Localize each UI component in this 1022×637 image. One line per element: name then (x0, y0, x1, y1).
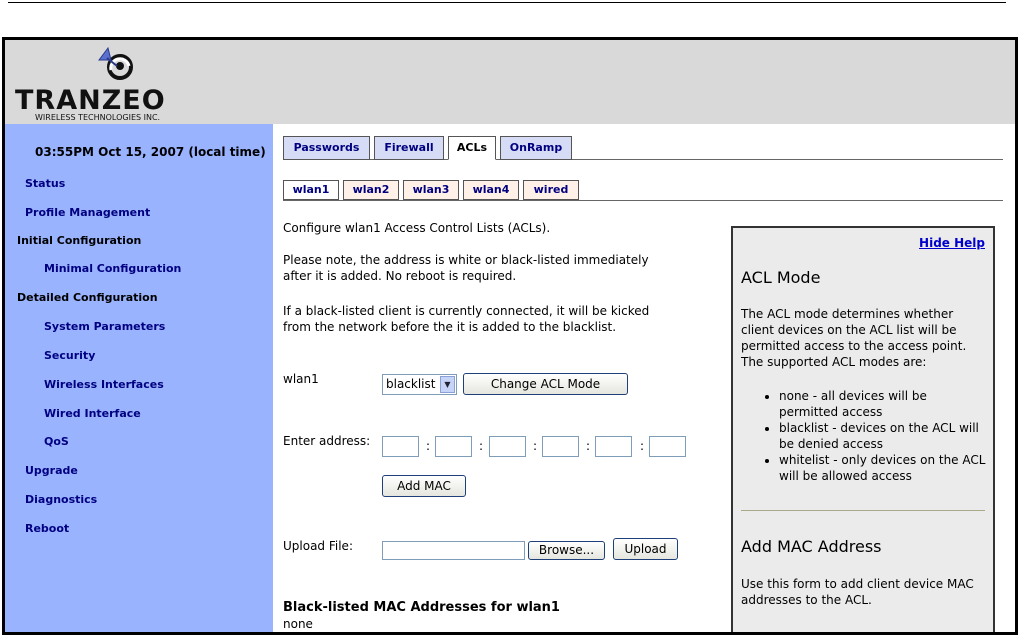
tab-wlan4[interactable]: wlan4 (463, 180, 519, 200)
acl-mode-select[interactable]: blacklist ▼ (382, 374, 457, 395)
nav-qos[interactable]: QoS (44, 435, 69, 448)
browse-button[interactable]: Browse... (528, 541, 605, 560)
tab-onramp[interactable]: OnRamp (500, 136, 572, 160)
mac-octet-1[interactable] (382, 436, 419, 457)
blacklist-title: Black-listed MAC Addresses for wlan1 (283, 600, 560, 615)
kick-line-1: If a black-listed client is currently co… (283, 304, 650, 318)
brand-name: TRANZEO (15, 85, 166, 116)
mac-separator: : (479, 439, 484, 453)
nav-profile-management[interactable]: Profile Management (25, 206, 150, 219)
logo-graphic: TRANZEO WIRELESS TECHNOLOGIES INC. (15, 46, 166, 122)
intro-text: Configure wlan1 Access Control Lists (AC… (283, 221, 551, 235)
mac-separator: : (640, 439, 645, 453)
help-divider (741, 510, 985, 511)
tab-passwords[interactable]: Passwords (283, 136, 370, 160)
nav-security[interactable]: Security (44, 349, 95, 362)
note-line-1: Please note, the address is white or bla… (283, 253, 649, 267)
change-acl-mode-button[interactable]: Change ACL Mode (463, 373, 628, 395)
help-bullet-blacklist: blacklist - devices on the ACL will be d… (779, 420, 989, 452)
tab-wlan3[interactable]: wlan3 (403, 180, 459, 200)
upload-button[interactable]: Upload (613, 538, 678, 560)
page-top-rule (8, 2, 1006, 3)
tab-firewall[interactable]: Firewall (374, 136, 444, 160)
tab-wlan1[interactable]: wlan1 (283, 180, 339, 200)
nav-diagnostics[interactable]: Diagnostics (25, 493, 97, 506)
local-time: 03:55PM Oct 15, 2007 (local time) (35, 145, 266, 159)
mac-separator: : (426, 439, 431, 453)
browser-frame: TRANZEO WIRELESS TECHNOLOGIES INC. 03:55… (2, 37, 1018, 635)
brand-tagline: WIRELESS TECHNOLOGIES INC. (35, 113, 160, 122)
sub-tabs-rule (283, 200, 1003, 201)
address-label: Enter address: (283, 434, 371, 448)
acl-mode-value: blacklist (386, 377, 436, 391)
tranzeo-logo: TRANZEO WIRELESS TECHNOLOGIES INC. (11, 46, 231, 122)
tab-wired[interactable]: wired (523, 180, 579, 200)
help-acl-mode-title: ACL Mode (741, 268, 821, 287)
acl-mode-label: wlan1 (283, 372, 319, 386)
help-acl-mode-list: none - all devices will be permitted acc… (733, 388, 989, 484)
nav-heading-initial-configuration: Initial Configuration (17, 234, 142, 247)
help-acl-mode-text: The ACL mode determines whether client d… (741, 307, 967, 369)
nav-minimal-configuration[interactable]: Minimal Configuration (44, 262, 181, 275)
mac-separator: : (586, 439, 591, 453)
tab-acls[interactable]: ACLs (448, 136, 496, 160)
note-line-2: after it is added. No reboot is required… (283, 269, 517, 283)
nav-wired-interface[interactable]: Wired Interface (44, 407, 141, 420)
help-bullet-none: none - all devices will be permitted acc… (779, 388, 989, 420)
upload-label: Upload File: (283, 539, 353, 553)
nav-system-parameters[interactable]: System Parameters (44, 320, 165, 333)
help-add-mac-text: Use this form to add client device MAC a… (741, 577, 974, 607)
help-panel: Hide Help ACL Mode The ACL mode determin… (731, 226, 995, 632)
mac-separator: : (533, 439, 538, 453)
blacklist-value: none (283, 617, 313, 631)
hide-help-link[interactable]: Hide Help (919, 236, 985, 250)
nav-heading-detailed-configuration: Detailed Configuration (17, 291, 158, 304)
help-bullet-whitelist: whitelist - only devices on the ACL will… (779, 452, 989, 484)
tab-wlan2[interactable]: wlan2 (343, 180, 399, 200)
sidebar: 03:55PM Oct 15, 2007 (local time) Status… (5, 124, 273, 632)
nav-upgrade[interactable]: Upgrade (25, 464, 78, 477)
help-add-mac-title: Add MAC Address (741, 537, 882, 556)
mac-octet-4[interactable] (542, 436, 579, 457)
nav-status[interactable]: Status (25, 177, 65, 190)
nav-wireless-interfaces[interactable]: Wireless Interfaces (44, 378, 164, 391)
nav-reboot[interactable]: Reboot (25, 522, 69, 535)
header-bar: TRANZEO WIRELESS TECHNOLOGIES INC. (5, 40, 1015, 124)
kick-line-2: from the network before the it is added … (283, 320, 617, 334)
mac-octet-6[interactable] (649, 436, 686, 457)
add-mac-button[interactable]: Add MAC (382, 475, 466, 497)
mac-octet-5[interactable] (595, 436, 632, 457)
mac-octet-3[interactable] (489, 436, 526, 457)
mac-octet-2[interactable] (435, 436, 472, 457)
chevron-down-icon: ▼ (440, 376, 455, 393)
upload-file-input[interactable] (382, 541, 525, 560)
